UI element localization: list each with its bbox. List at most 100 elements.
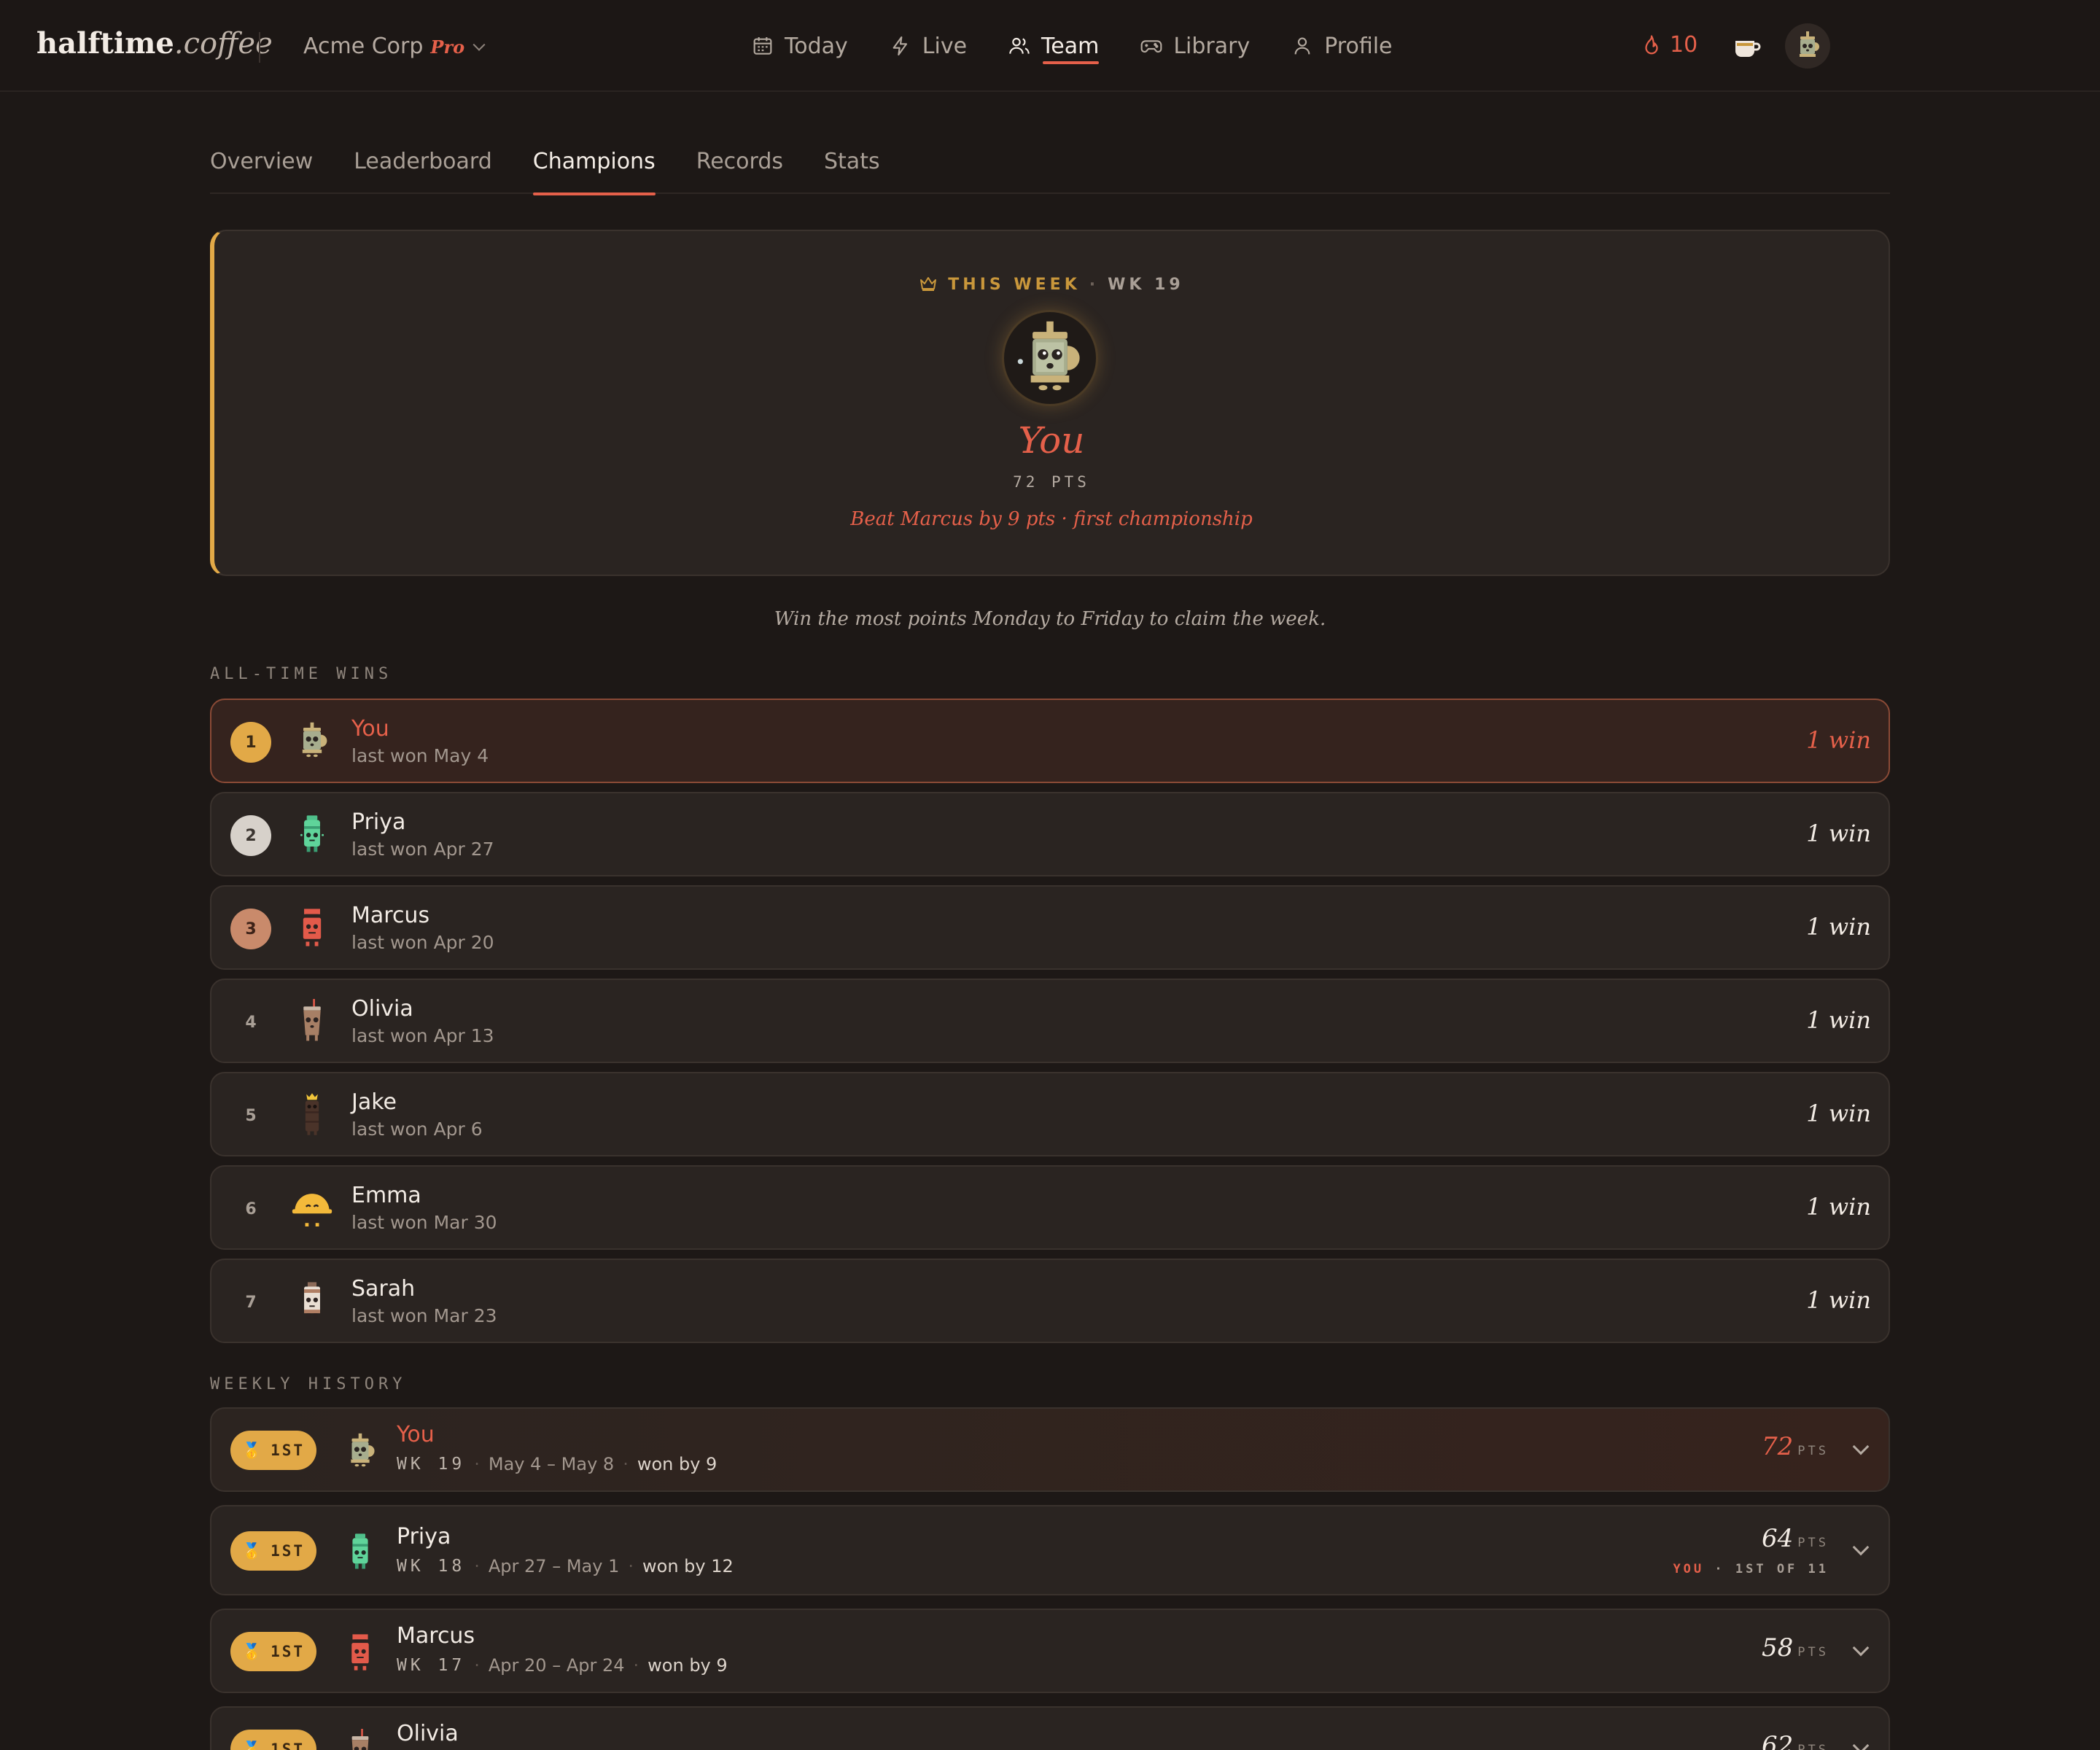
rank-badge: 1 [230, 722, 271, 763]
champion-avatar [1002, 310, 1098, 406]
org-name: Acme Corp [303, 34, 424, 59]
list-item[interactable]: 3 Marcus last won Apr 20 1 win [210, 885, 1890, 970]
rank-badge: 3 [230, 909, 271, 949]
french-press-avatar-icon [289, 718, 335, 764]
list-item[interactable]: 1 You last won May 4 1 win [210, 699, 1890, 783]
crown-icon [920, 277, 937, 291]
last-won-date: last won Mar 30 [351, 1212, 497, 1233]
weekly-champion-card: THIS WEEK · WK 19 You 72 PTS Beat Marcus b… [210, 230, 1890, 576]
gamepad-icon [1140, 40, 1162, 53]
week-meta: WK 18 · Apr 27 – May 1 · won by 12 [397, 1556, 734, 1576]
team-icon [1009, 37, 1030, 54]
nav-live[interactable]: Live [889, 0, 967, 92]
last-won-date: last won Apr 6 [351, 1119, 483, 1140]
win-count: 1 win [1806, 1006, 1871, 1034]
team-tabs: Overview Leaderboard Champions Records S… [210, 139, 1890, 195]
player-name: Marcus [351, 903, 430, 928]
french-press-avatar-icon [337, 1428, 384, 1474]
yellow-helmet-avatar-icon [289, 1184, 335, 1231]
chevron-down-icon [472, 38, 486, 51]
last-won-date: last won Mar 23 [351, 1305, 497, 1326]
win-count: 1 win [1806, 1193, 1871, 1221]
tab-records[interactable]: Records [696, 139, 783, 194]
week-meta: WK 17 · Apr 20 – Apr 24 · won by 9 [397, 1655, 728, 1676]
rule-text: Win the most points Monday to Friday to … [774, 608, 1326, 630]
medal-icon: 🥇 [241, 1541, 264, 1560]
chevron-down-icon[interactable] [1852, 1539, 1870, 1556]
last-won-date: last won Apr 27 [351, 839, 494, 860]
tab-leaderboard[interactable]: Leaderboard [354, 139, 492, 194]
coffee-cup-button[interactable] [1732, 34, 1762, 60]
rank-number: 6 [245, 1199, 257, 1218]
win-count: 1 win [1806, 820, 1871, 847]
last-won-date: last won Apr 20 [351, 932, 494, 953]
nav-library[interactable]: Library [1140, 0, 1250, 92]
flame-icon [1645, 34, 1658, 54]
red-grinder-avatar-icon [337, 1629, 384, 1676]
weekly-history-label: WEEKLY HISTORY [210, 1375, 407, 1393]
chevron-down-icon[interactable] [1852, 1737, 1870, 1750]
player-name: Olivia [351, 996, 413, 1022]
all-time-wins-list: 1 You last won May 4 1 win 2 Priya last … [210, 699, 1890, 1352]
list-item[interactable]: 7 Sarah last won Mar 23 1 win [210, 1259, 1890, 1343]
rank-badge: 2 [230, 815, 271, 856]
winner-name: Marcus [397, 1623, 475, 1649]
history-row[interactable]: 🥇 1ST Priya WK 18 · Apr 27 – May 1 · won by 1… [210, 1505, 1890, 1595]
rank-number: 5 [245, 1106, 257, 1125]
tab-overview[interactable]: Overview [210, 139, 313, 194]
place-badge: 🥇 1ST [230, 1632, 316, 1671]
person-icon [1294, 37, 1310, 55]
user-avatar[interactable] [1785, 23, 1830, 69]
plan-badge: Pro [430, 36, 465, 58]
weekly-history-list: 🥇 1ST You WK 19 · May 4 – May 8 · won by 9 72… [210, 1407, 1890, 1750]
chevron-down-icon[interactable] [1852, 1639, 1870, 1657]
place-badge: 🥇 1ST [230, 1431, 316, 1470]
list-item[interactable]: 2 Priya last won Apr 27 1 win [210, 792, 1890, 876]
list-item[interactable]: 5 Jake last won Apr 6 1 win [210, 1072, 1890, 1156]
champion-eyebrow: THIS WEEK · WK 19 [214, 275, 1889, 294]
history-row[interactable]: 🥇 1ST Marcus WK 17 · Apr 20 – Apr 24 · won by… [210, 1609, 1890, 1693]
green-can-avatar-icon [289, 811, 335, 858]
last-won-date: last won Apr 13 [351, 1025, 494, 1046]
list-item[interactable]: 6 Emma last won Mar 30 1 win [210, 1165, 1890, 1250]
week-points: 58 PTS [1762, 1633, 1829, 1662]
your-placement: YOU · 1ST OF 11 [1673, 1562, 1829, 1576]
last-won-date: last won May 4 [351, 745, 489, 766]
medal-icon: 🥇 [241, 1441, 264, 1459]
player-name: Emma [351, 1183, 421, 1208]
history-row[interactable]: 🥇 1ST You WK 19 · May 4 – May 8 · won by 9 72… [210, 1407, 1890, 1492]
streak-counter[interactable]: 10 [1641, 32, 1698, 58]
list-item[interactable]: 4 Olivia last won Apr 13 1 win [210, 979, 1890, 1063]
coffee-cup-icon [1735, 41, 1761, 57]
week-points: 62 PTS [1762, 1731, 1829, 1750]
win-count: 1 win [1806, 1286, 1871, 1314]
place-badge: 🥇 1ST [230, 1730, 316, 1750]
player-name: Jake [351, 1089, 397, 1115]
tab-champions[interactable]: Champions [532, 139, 656, 195]
week-points: 64 PTS [1762, 1524, 1829, 1553]
champion-name: You [1018, 419, 1085, 462]
player-name: You [351, 716, 389, 742]
nav-profile[interactable]: Profile [1291, 0, 1393, 92]
green-can-avatar-icon [337, 1528, 384, 1575]
champion-points: 72 PTS [1013, 473, 1090, 491]
nav-team[interactable]: Team [1008, 0, 1100, 92]
main-nav: Today Live Team Library Profile [751, 0, 1393, 92]
crowned-bar-avatar-icon [289, 1091, 335, 1138]
french-press-avatar-icon [1800, 31, 1819, 57]
medal-icon: 🥇 [241, 1740, 264, 1750]
champion-note: Beat Marcus by 9 pts · first championshi… [850, 508, 1253, 530]
calendar-icon [753, 37, 772, 55]
chevron-down-icon[interactable] [1852, 1438, 1870, 1455]
history-row[interactable]: 🥇 1ST Olivia 62 PTS [210, 1706, 1890, 1750]
brown-cup-avatar-icon [289, 998, 335, 1044]
red-grinder-avatar-icon [289, 904, 335, 951]
tab-stats[interactable]: Stats [824, 139, 880, 194]
rank-number: 7 [245, 1293, 257, 1312]
rank-number: 4 [245, 1013, 257, 1032]
win-count: 1 win [1806, 1100, 1871, 1127]
nav-today[interactable]: Today [751, 0, 848, 92]
winner-name: Priya [397, 1524, 451, 1549]
logo[interactable]: halftime.coffee [36, 26, 273, 61]
org-switcher[interactable]: Acme Corp Pro [303, 34, 486, 59]
